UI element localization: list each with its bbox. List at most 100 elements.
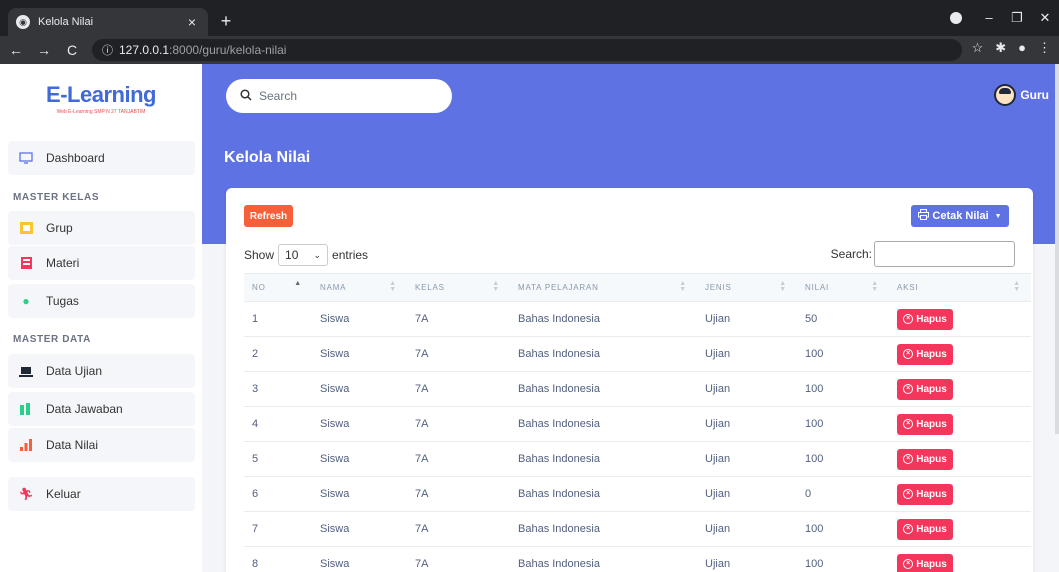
table-search-control: Search: bbox=[831, 241, 1015, 267]
close-window-icon[interactable]: ✕ bbox=[1031, 4, 1059, 32]
star-icon[interactable]: ☆ bbox=[972, 40, 984, 56]
sidebar-item-grup[interactable]: Grup bbox=[8, 211, 195, 245]
user-menu[interactable]: Guru bbox=[994, 84, 1049, 106]
sort-icon: ▲ ▼ bbox=[389, 280, 397, 293]
cell-nilai: 100 bbox=[797, 336, 889, 372]
cell-nilai: 50 bbox=[797, 301, 889, 337]
column-header-mata-pelajaran[interactable]: MATA PELAJARAN ▲ ▼ bbox=[510, 273, 697, 302]
column-header-kelas[interactable]: KELAS ▲ ▼ bbox=[407, 273, 510, 302]
reload-icon[interactable]: C bbox=[60, 42, 84, 58]
sort-icon: ▲ ▼ bbox=[779, 280, 787, 293]
sidebar-item-label: Data Ujian bbox=[46, 364, 103, 378]
cell-aksi: × Hapus bbox=[889, 511, 1031, 547]
cell-mata-pelajaran: Bahas Indonesia bbox=[510, 406, 697, 442]
chevron-down-icon: ⌄ bbox=[313, 249, 322, 260]
cell-mata-pelajaran: Bahas Indonesia bbox=[510, 371, 697, 407]
sidebar-item-keluar[interactable]: 🏃︎ Keluar bbox=[8, 477, 195, 511]
cell-no: 8 bbox=[244, 546, 312, 572]
refresh-button[interactable]: Refresh bbox=[244, 205, 293, 227]
table-header-row: NO ▲ NAMA ▲ ▼ KELAS ▲ ▼ MATA PELAJARAN ▲ ▼ JENI… bbox=[244, 273, 1031, 302]
laptop-icon bbox=[19, 364, 33, 378]
minimize-icon[interactable]: – bbox=[975, 4, 1003, 32]
cell-jenis: Ujian bbox=[697, 406, 797, 442]
cell-nilai: 100 bbox=[797, 441, 889, 477]
hapus-label: Hapus bbox=[916, 348, 947, 360]
cell-no: 5 bbox=[244, 441, 312, 477]
profile-icon[interactable] bbox=[950, 12, 962, 24]
cell-aksi: × Hapus bbox=[889, 476, 1031, 512]
brand-logo[interactable]: E-Learning Web E-Learning SMP N 27 TANJA… bbox=[0, 82, 202, 115]
cell-nama: Siswa bbox=[312, 301, 407, 337]
hapus-button[interactable]: × Hapus bbox=[897, 378, 953, 400]
cell-aksi: × Hapus bbox=[889, 371, 1031, 407]
hapus-button[interactable]: × Hapus bbox=[897, 553, 953, 572]
search-input[interactable]: Search bbox=[226, 79, 452, 113]
cetak-nilai-button[interactable]: Cetak Nilai ▼ bbox=[911, 205, 1009, 227]
cell-nilai: 0 bbox=[797, 476, 889, 512]
entries-select[interactable]: 10 ⌄ bbox=[278, 244, 329, 266]
account-icon[interactable]: ● bbox=[1018, 40, 1026, 56]
new-tab-icon[interactable]: + bbox=[214, 10, 238, 34]
menu-icon[interactable]: ⋮ bbox=[1038, 40, 1051, 56]
page-title: Kelola Nilai bbox=[224, 149, 311, 166]
show-label: Show bbox=[244, 248, 275, 262]
sidebar-item-dashboard[interactable]: Dashboard bbox=[8, 141, 195, 175]
hapus-button[interactable]: × Hapus bbox=[897, 483, 953, 505]
hapus-button[interactable]: × Hapus bbox=[897, 308, 953, 330]
nilai-table: NO ▲ NAMA ▲ ▼ KELAS ▲ ▼ MATA PELAJARAN ▲ ▼ JENI… bbox=[244, 273, 1031, 572]
puzzle-icon[interactable]: ✱ bbox=[995, 40, 1006, 56]
close-circle-icon: × bbox=[903, 349, 914, 359]
cell-nama: Siswa bbox=[312, 406, 407, 442]
running-person-icon: 🏃︎ bbox=[18, 487, 34, 501]
extension-bar: ☆ ✱ ● ⋮ bbox=[972, 40, 1051, 56]
cell-kelas: 7A bbox=[407, 371, 510, 407]
cell-no: 2 bbox=[244, 336, 312, 372]
bullet-list-icon bbox=[19, 402, 33, 416]
table-row: 4 Siswa 7A Bahas Indonesia Ujian 100 × Hapus bbox=[244, 406, 1031, 442]
table-search-input[interactable] bbox=[874, 241, 1015, 267]
sidebar-item-label: Data Jawaban bbox=[46, 402, 123, 416]
sidebar-item-tugas[interactable]: ● Tugas bbox=[8, 284, 195, 318]
hapus-button[interactable]: × Hapus bbox=[897, 413, 953, 435]
sidebar-item-materi[interactable]: Materi bbox=[8, 246, 195, 280]
column-header-aksi[interactable]: AKSI ▲ ▼ bbox=[889, 273, 1031, 302]
column-header-nilai[interactable]: NILAI ▲ ▼ bbox=[797, 273, 889, 302]
info-icon[interactable]: ⓘ bbox=[102, 42, 113, 58]
close-tab-icon[interactable]: × bbox=[184, 14, 200, 30]
sidebar-item-data-jawaban[interactable]: Data Jawaban bbox=[8, 392, 195, 426]
entries-label: entries bbox=[332, 248, 369, 262]
browser-tab[interactable]: ◉ Kelola Nilai × bbox=[8, 8, 208, 36]
entries-value: 10 bbox=[285, 248, 299, 262]
cell-nama: Siswa bbox=[312, 441, 407, 477]
brand-title: E-Learning bbox=[46, 82, 156, 107]
column-header-no[interactable]: NO ▲ bbox=[244, 273, 312, 302]
sidebar-item-label: Data Nilai bbox=[46, 438, 99, 452]
url-field[interactable]: ⓘ 127.0.0.1 :8000/guru/kelola-nilai bbox=[92, 39, 962, 61]
section-heading-kelas: MASTER KELAS bbox=[13, 192, 100, 203]
hapus-button[interactable]: × Hapus bbox=[897, 448, 953, 470]
cell-mata-pelajaran: Bahas Indonesia bbox=[510, 546, 697, 572]
cell-mata-pelajaran: Bahas Indonesia bbox=[510, 336, 697, 372]
sort-asc-icon: ▲ bbox=[294, 280, 302, 287]
page-scrollbar[interactable] bbox=[1055, 64, 1059, 434]
column-header-jenis[interactable]: JENIS ▲ ▼ bbox=[697, 273, 797, 302]
sidebar-item-data-ujian[interactable]: Data Ujian bbox=[8, 354, 195, 388]
hapus-button[interactable]: × Hapus bbox=[897, 343, 953, 365]
column-header-nama[interactable]: NAMA ▲ ▼ bbox=[312, 273, 407, 302]
sidebar-item-label: Materi bbox=[46, 256, 80, 270]
restore-icon[interactable]: ❐ bbox=[1003, 4, 1031, 32]
close-circle-icon: × bbox=[903, 454, 914, 464]
cell-nilai: 100 bbox=[797, 511, 889, 547]
hapus-button[interactable]: × Hapus bbox=[897, 518, 953, 540]
cell-jenis: Ujian bbox=[697, 511, 797, 547]
back-icon[interactable]: ← bbox=[4, 42, 28, 58]
table-row: 1 Siswa 7A Bahas Indonesia Ujian 50 × Hapus bbox=[244, 301, 1031, 337]
hapus-label: Hapus bbox=[916, 383, 947, 395]
cell-nilai: 100 bbox=[797, 546, 889, 572]
user-name: Guru bbox=[1020, 88, 1049, 102]
cell-mata-pelajaran: Bahas Indonesia bbox=[510, 476, 697, 512]
hapus-label: Hapus bbox=[916, 313, 947, 325]
close-circle-icon: × bbox=[903, 384, 914, 394]
forward-icon[interactable]: → bbox=[32, 42, 56, 58]
sidebar-item-data-nilai[interactable]: Data Nilai bbox=[8, 428, 195, 462]
